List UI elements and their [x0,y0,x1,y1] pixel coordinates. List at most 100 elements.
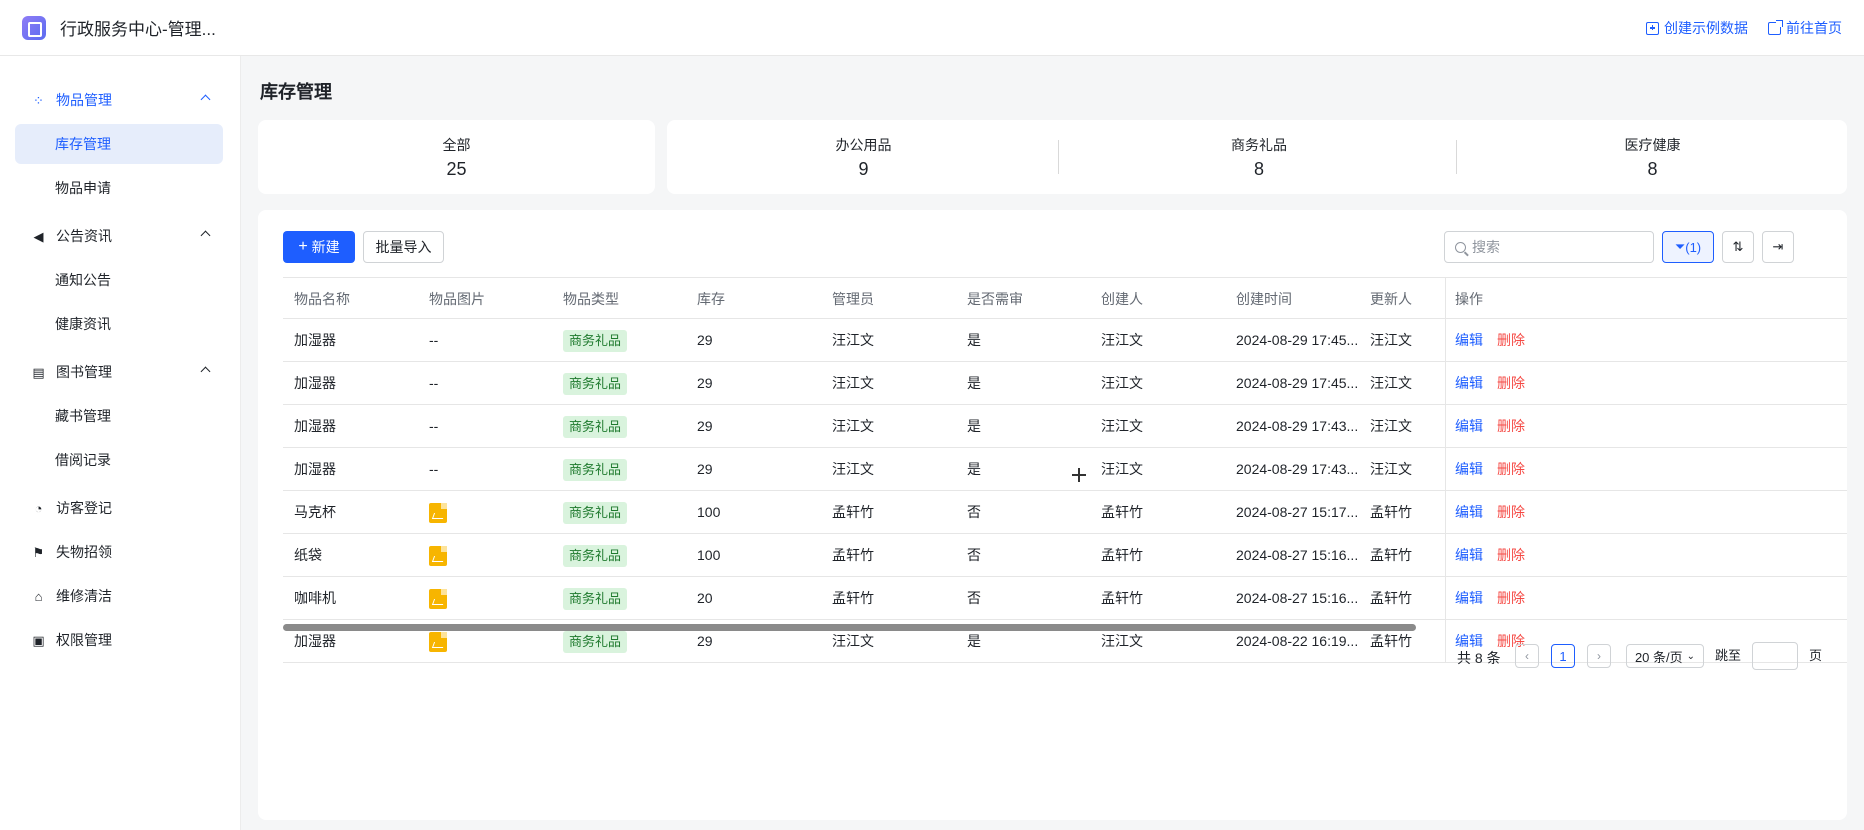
cell-actions: 编辑 删除 [1455,577,1525,620]
cell-creator: 汪江文 [1101,418,1143,434]
stat-card-all[interactable]: 全部 25 [258,120,655,194]
sidebar-item-notice[interactable]: 通知公告 [15,260,223,300]
image-file-icon[interactable] [429,546,447,567]
sidebar-item-visitor[interactable]: ◔ 访客登记 [15,488,223,528]
type-tag: 商务礼品 [563,588,628,611]
cell-name: 加湿器 [294,418,336,434]
cell-admin: 孟轩竹 [832,547,874,563]
col-header-creator[interactable]: 创建人 [1101,278,1143,320]
sort-icon: ⇅ [1732,239,1744,254]
sidebar-item-borrow-records[interactable]: 借阅记录 [15,440,223,480]
table-row[interactable]: 加湿器 -- 商务礼品 29 汪江文 是 汪江文 2024-08-29 17:43... 汪江文… [283,448,1847,491]
jump-page-box [1752,642,1798,670]
sidebar-group-announcements[interactable]: ◀ 公告资讯 [15,216,223,256]
cell-updater: 汪江文 [1370,375,1412,391]
sidebar-item-maintenance[interactable]: ⌂ 维修清洁 [15,576,223,616]
lock-briefcase-icon: ▣ [32,632,45,648]
sidebar-item-item-request[interactable]: 物品申请 [15,168,223,208]
col-header-created-time[interactable]: 创建时间 [1236,278,1292,320]
cell-actions: 编辑 删除 [1455,319,1525,362]
header-actions: 创建示例数据 前往首页 [1646,0,1842,56]
delete-link[interactable]: 删除 [1497,547,1525,563]
sidebar-item-book-collection[interactable]: 藏书管理 [15,396,223,436]
edit-link[interactable]: 编辑 [1455,590,1483,606]
search-icon [1455,241,1466,253]
table-row[interactable]: 加湿器 -- 商务礼品 29 汪江文 是 汪江文 2024-08-29 17:43... 汪江文… [283,405,1847,448]
stat-health[interactable]: 医疗健康 8 [1458,120,1847,194]
export-button[interactable]: ⇥ [1762,231,1794,263]
cell-review: 是 [967,418,981,434]
col-header-type[interactable]: 物品类型 [563,278,619,320]
edit-link[interactable]: 编辑 [1455,547,1483,563]
page-size-select[interactable]: 20 条/页 ⌄ [1626,644,1704,668]
col-header-updater[interactable]: 更新人 [1370,278,1412,320]
table-row[interactable]: 加湿器 -- 商务礼品 29 汪江文 是 汪江文 2024-08-29 17:45... 汪江文… [283,362,1847,405]
edit-link[interactable]: 编辑 [1455,418,1483,434]
sidebar-item-permissions[interactable]: ▣ 权限管理 [15,620,223,660]
new-button[interactable]: + 新建 [283,231,355,263]
sidebar-item-health-news[interactable]: 健康资讯 [15,304,223,344]
type-tag: 商务礼品 [563,545,628,568]
go-home-link[interactable]: 前往首页 [1768,18,1842,38]
cell-created-time: 2024-08-29 17:43... [1236,418,1359,434]
table-row[interactable]: 马克杯 商务礼品 100 孟轩竹 否 孟轩竹 2024-08-27 15:17... 孟轩竹 编… [283,491,1847,534]
edit-link[interactable]: 编辑 [1455,504,1483,520]
horizontal-scrollbar[interactable] [283,624,1416,631]
delete-link[interactable]: 删除 [1497,504,1525,520]
image-file-icon[interactable] [429,589,447,610]
cell-name: 加湿器 [294,375,336,391]
chevron-right-icon: › [1597,649,1601,663]
delete-link[interactable]: 删除 [1497,418,1525,434]
table-row[interactable]: 纸袋 商务礼品 100 孟轩竹 否 孟轩竹 2024-08-27 15:16... 孟轩竹 编辑… [283,534,1847,577]
sidebar-group-items[interactable]: ⁘ 物品管理 [15,80,223,120]
cell-creator: 汪江文 [1101,375,1143,391]
table-row[interactable]: 加湿器 -- 商务礼品 29 汪江文 是 汪江文 2024-08-29 17:45... 汪江文… [283,319,1847,362]
col-header-admin[interactable]: 管理员 [832,278,874,320]
search-input[interactable] [1472,239,1642,255]
sidebar-group-books[interactable]: ▤ 图书管理 [15,352,223,392]
batch-import-button[interactable]: 批量导入 [363,231,444,263]
cell-type: 商务礼品 [563,448,628,491]
cell-image [429,577,447,620]
col-header-stock[interactable]: 库存 [697,278,725,320]
col-header-image[interactable]: 物品图片 [429,278,485,320]
crosshair-cursor-icon [1072,468,1086,482]
cell-name: 纸袋 [294,547,322,563]
col-header-review[interactable]: 是否需审 [967,278,1023,320]
image-file-icon[interactable] [429,632,447,653]
page-number-button[interactable]: 1 [1551,644,1575,668]
delete-link[interactable]: 删除 [1497,590,1525,606]
next-page-button[interactable]: › [1587,644,1611,668]
cell-actions: 编辑 删除 [1455,491,1525,534]
jump-label: 跳至 [1715,648,1742,663]
cell-review: 否 [967,504,981,520]
cell-created-time: 2024-08-27 15:16... [1236,590,1359,606]
delete-link[interactable]: 删除 [1497,461,1525,477]
delete-link[interactable]: 删除 [1497,375,1525,391]
cell-name: 马克杯 [294,504,336,520]
cell-updater: 孟轩竹 [1370,504,1412,520]
cell-review: 是 [967,461,981,477]
stat-office[interactable]: 办公用品 9 [667,120,1060,194]
edit-link[interactable]: 编辑 [1455,461,1483,477]
image-file-icon[interactable] [429,503,447,524]
sidebar-item-inventory[interactable]: 库存管理 [15,124,223,164]
edit-link[interactable]: 编辑 [1455,375,1483,391]
stat-gift[interactable]: 商务礼品 8 [1060,120,1458,194]
sidebar-item-lost-found[interactable]: ⚑ 失物招领 [15,532,223,572]
delete-link[interactable]: 删除 [1497,332,1525,348]
stat-label: 医疗健康 [1624,136,1681,153]
create-sample-data-link[interactable]: 创建示例数据 [1646,18,1748,38]
type-tag: 商务礼品 [563,631,628,654]
table-row[interactable]: 咖啡机 商务礼品 20 孟轩竹 否 孟轩竹 2024-08-27 15:16... 孟轩竹 编辑… [283,577,1847,620]
jump-page-input[interactable] [1753,643,1797,669]
filter-count: (1) [1685,239,1702,255]
cell-admin: 汪江文 [832,461,874,477]
col-header-name[interactable]: 物品名称 [294,278,350,320]
edit-link[interactable]: 编辑 [1455,332,1483,348]
filter-button[interactable]: ⏷ (1) [1662,231,1714,263]
cell-image: -- [429,332,439,348]
apps-icon: ⁘ [33,92,44,108]
prev-page-button[interactable]: ‹ [1515,644,1539,668]
sort-button[interactable]: ⇅ [1722,231,1754,263]
